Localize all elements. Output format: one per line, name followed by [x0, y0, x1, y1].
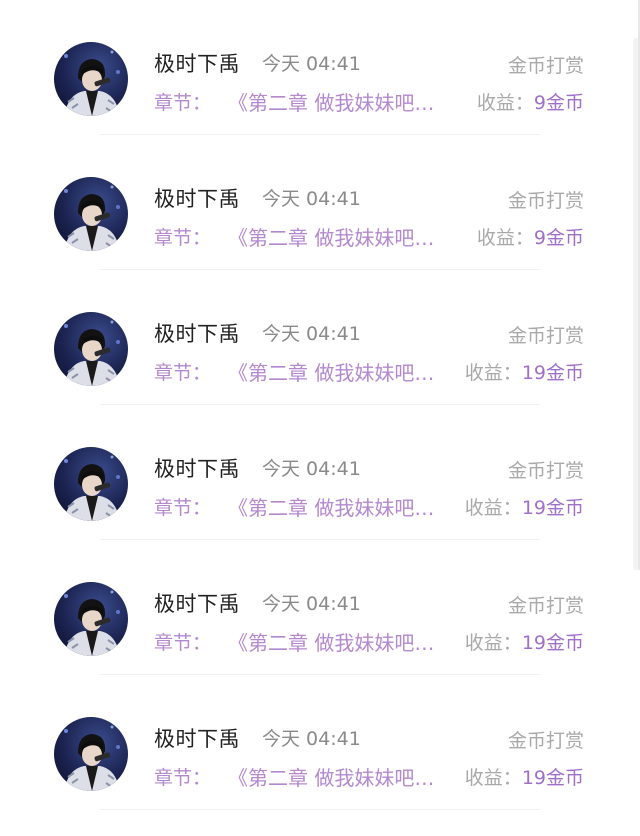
income: 收益：9金币: [477, 223, 584, 250]
chapter-label: 章节：: [154, 632, 212, 654]
user-avatar[interactable]: [54, 717, 128, 791]
reward-type-label: 金币打赏: [507, 730, 584, 752]
singer-photo-icon: [64, 50, 120, 116]
chapter-title-link[interactable]: 《第二章 做我妹妹吧…: [228, 762, 434, 791]
user-avatar[interactable]: [54, 582, 128, 656]
income: 收益：9金币: [477, 88, 584, 115]
reward-record-list: 极时下禹 今天 04:41 金币打赏 章节： 《第二章 做我妹妹吧… 收益：9金…: [0, 0, 640, 836]
reward-type-label: 金币打赏: [507, 460, 584, 482]
income-label: 收益：: [464, 632, 522, 654]
reward-time: 今天 04:41: [262, 188, 361, 210]
user-name: 极时下禹: [154, 52, 240, 76]
singer-photo-icon: [64, 590, 120, 656]
chapter-title-link[interactable]: 《第二章 做我妹妹吧…: [228, 222, 434, 251]
chapter-title-link[interactable]: 《第二章 做我妹妹吧…: [228, 357, 434, 386]
reward-record-row[interactable]: 极时下禹 今天 04:41 金币打赏 章节： 《第二章 做我妹妹吧… 收益：19…: [0, 270, 640, 405]
income-value: 19金币: [521, 767, 584, 789]
income: 收益：19金币: [465, 358, 584, 385]
reward-time: 今天 04:41: [262, 458, 361, 480]
singer-photo-icon: [64, 185, 120, 251]
income-value: 9金币: [533, 227, 584, 249]
income-value: 19金币: [521, 362, 584, 384]
income-label: 收益：: [464, 362, 522, 384]
chapter-label: 章节：: [154, 767, 212, 789]
reward-record-row[interactable]: 极时下禹 今天 04:41 金币打赏 章节： 《第二章 做我妹妹吧… 收益：19…: [0, 405, 640, 540]
reward-type-label: 金币打赏: [507, 55, 584, 77]
reward-time: 今天 04:41: [262, 323, 361, 345]
income-label: 收益：: [476, 227, 534, 249]
income-label: 收益：: [476, 92, 534, 114]
user-avatar[interactable]: [54, 312, 128, 386]
singer-photo-icon: [64, 320, 120, 386]
income: 收益：19金币: [465, 493, 584, 520]
reward-type-label: 金币打赏: [507, 190, 584, 212]
user-name: 极时下禹: [154, 322, 240, 346]
chapter-label: 章节：: [154, 497, 212, 519]
reward-time: 今天 04:41: [262, 593, 361, 615]
reward-record-row[interactable]: 极时下禹 今天 04:41 金币打赏 章节： 《第二章 做我妹妹吧… 收益：19…: [0, 540, 640, 675]
chapter-title-link[interactable]: 《第二章 做我妹妹吧…: [228, 492, 434, 521]
reward-record-row[interactable]: 极时下禹 今天 04:41 金币打赏 章节： 《第二章 做我妹妹吧… 收益：19…: [0, 675, 640, 810]
income-label: 收益：: [464, 767, 522, 789]
chapter-title-link[interactable]: 《第二章 做我妹妹吧…: [228, 87, 434, 116]
income: 收益：19金币: [465, 763, 584, 790]
singer-photo-icon: [64, 725, 120, 791]
chapter-label: 章节：: [154, 362, 212, 384]
income-value: 9金币: [533, 92, 584, 114]
reward-record-row[interactable]: 极时下禹 今天 04:41 金币打赏 章节： 《第二章 做我妹妹吧… 收益：9金…: [0, 0, 640, 135]
user-avatar[interactable]: [54, 177, 128, 251]
user-avatar[interactable]: [54, 447, 128, 521]
income-value: 19金币: [521, 632, 584, 654]
chapter-title-link[interactable]: 《第二章 做我妹妹吧…: [228, 627, 434, 656]
reward-type-label: 金币打赏: [507, 325, 584, 347]
income-value: 19金币: [521, 497, 584, 519]
user-name: 极时下禹: [154, 592, 240, 616]
singer-photo-icon: [64, 455, 120, 521]
user-name: 极时下禹: [154, 727, 240, 751]
reward-time: 今天 04:41: [262, 53, 361, 75]
chapter-label: 章节：: [154, 227, 212, 249]
user-name: 极时下禹: [154, 187, 240, 211]
reward-time: 今天 04:41: [262, 728, 361, 750]
income-label: 收益：: [464, 497, 522, 519]
income: 收益：19金币: [465, 628, 584, 655]
chapter-label: 章节：: [154, 92, 212, 114]
reward-record-row[interactable]: 极时下禹 今天 04:41 金币打赏 章节： 《第二章 做我妹妹吧… 收益：9金…: [0, 135, 640, 270]
row-divider: [100, 809, 540, 810]
reward-type-label: 金币打赏: [507, 595, 584, 617]
user-name: 极时下禹: [154, 457, 240, 481]
user-avatar[interactable]: [54, 42, 128, 116]
